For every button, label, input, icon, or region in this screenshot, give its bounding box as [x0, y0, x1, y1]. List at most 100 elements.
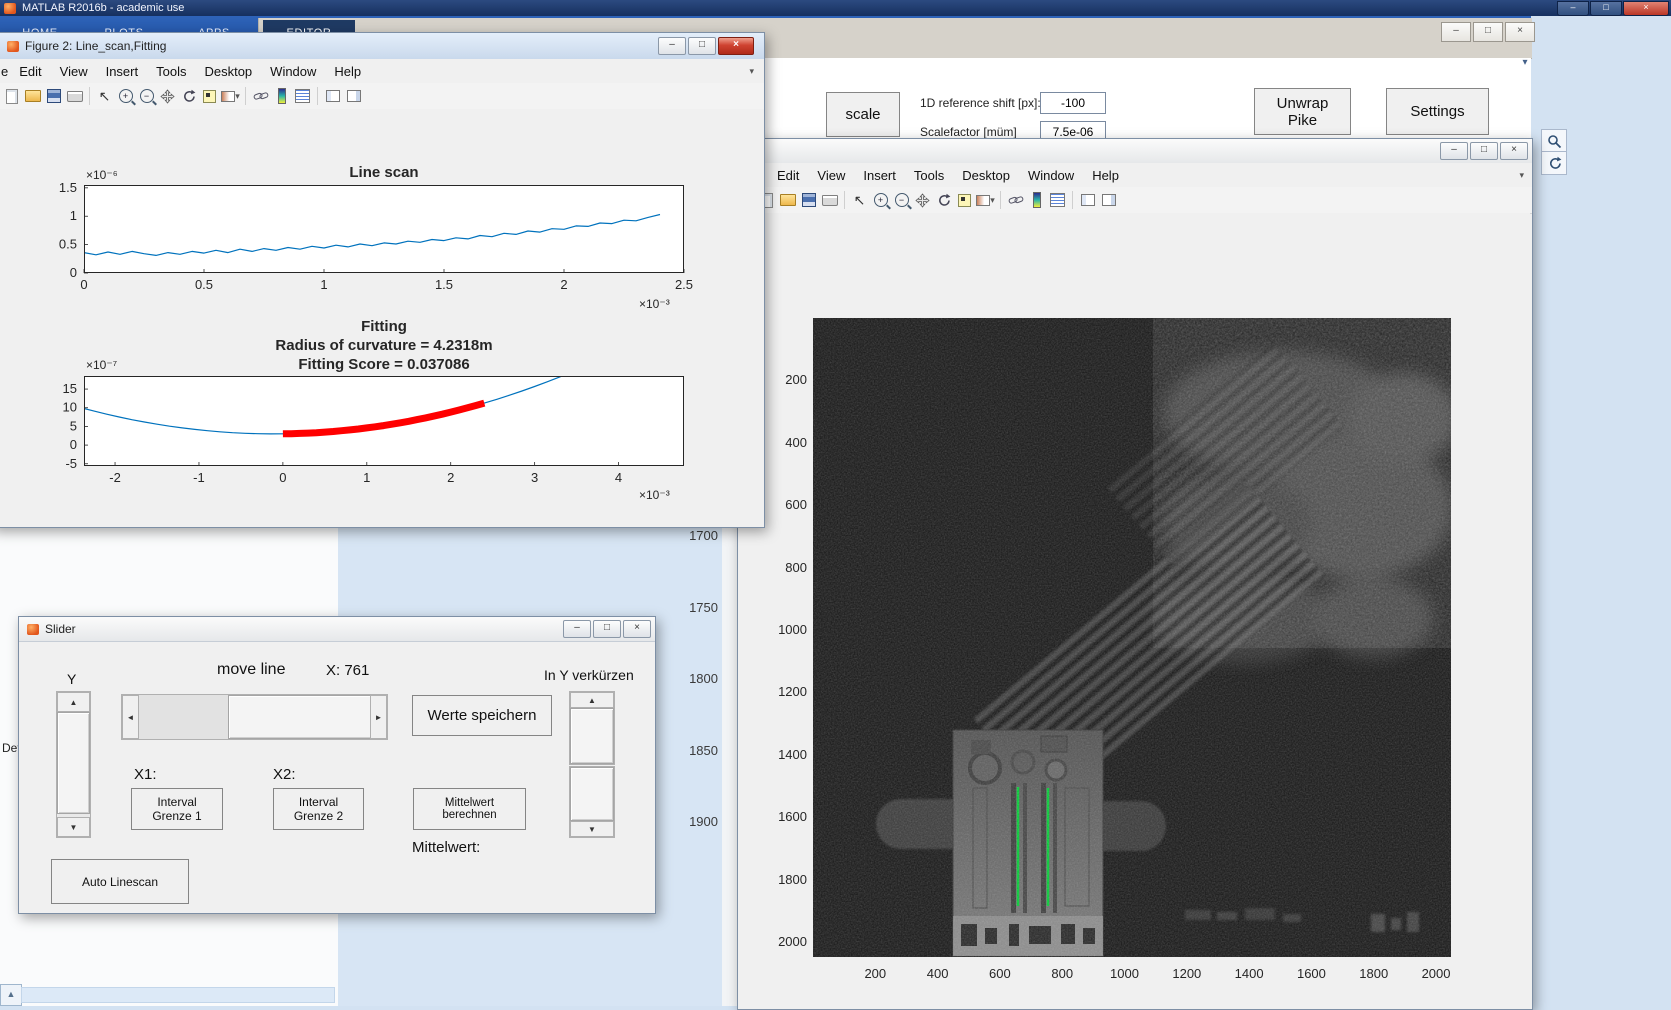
slider-thumb[interactable]	[570, 708, 614, 764]
settings-button[interactable]: Settings	[1386, 88, 1489, 135]
y-shorten-slider-bottom[interactable]: ▼	[569, 766, 615, 838]
strip-minimize-button[interactable]: –	[1441, 22, 1471, 42]
menu-edit[interactable]: Edit	[768, 166, 808, 185]
interval-grenze-1-button[interactable]: Interval Grenze 1	[131, 788, 223, 830]
slider-thumb[interactable]	[570, 767, 614, 821]
zoom-out-icon[interactable]: −	[137, 88, 156, 105]
slider-left-icon[interactable]: ◄	[122, 695, 139, 739]
menu-desktop[interactable]: Desktop	[953, 166, 1019, 185]
zoom-in-icon[interactable]: +	[871, 192, 890, 209]
fitting-plot[interactable]: -2 -1 0 1 2 3 4 -5 0 5 10 15	[63, 376, 684, 485]
insert-legend-icon[interactable]	[1048, 192, 1067, 209]
data-cursor-icon[interactable]	[955, 192, 974, 209]
figure2-minimize-button[interactable]: –	[658, 37, 686, 55]
menu-tools[interactable]: Tools	[905, 166, 953, 185]
werte-speichern-button[interactable]: Werte speichern	[412, 695, 552, 736]
strip-restore-button[interactable]: □	[1473, 22, 1503, 42]
slider-up-icon[interactable]: ▲	[570, 692, 614, 708]
unwrap-pike-button[interactable]: Unwrap Pike	[1254, 88, 1351, 135]
brush-icon[interactable]: ▾	[221, 88, 240, 105]
interferogram-image[interactable]	[813, 318, 1451, 957]
figure2-restore-button[interactable]: □	[688, 37, 716, 55]
refresh-icon[interactable]	[1541, 151, 1567, 175]
collapse-ribbon-icon[interactable]: ▾	[1514, 56, 1536, 72]
plottools-on-icon[interactable]	[344, 88, 363, 105]
fitting-y-exponent: ×10⁻⁷	[86, 358, 118, 372]
pan-icon[interactable]	[158, 88, 177, 105]
menu-help[interactable]: Help	[325, 62, 370, 81]
link-plot-icon[interactable]	[1006, 192, 1025, 209]
main-minimize-button[interactable]: –	[1557, 0, 1589, 16]
slider-title-bar[interactable]: Slider – □ ×	[19, 617, 655, 642]
move-line-slider[interactable]: ◄ ►	[121, 694, 388, 740]
ref-shift-input[interactable]	[1040, 92, 1106, 114]
insert-legend-icon[interactable]	[293, 88, 312, 105]
slider-right-icon[interactable]: ►	[370, 695, 387, 739]
menu-view[interactable]: View	[808, 166, 854, 185]
save-figure-icon[interactable]	[44, 88, 63, 105]
insert-colorbar-icon[interactable]	[272, 88, 291, 105]
menu-insert[interactable]: Insert	[854, 166, 905, 185]
menu-desktop[interactable]: Desktop	[195, 62, 261, 81]
figure2-title-bar[interactable]: Figure 2: Line_scan,Fitting – □ ×	[0, 33, 764, 60]
slider-thumb[interactable]	[57, 712, 90, 814]
figure-image-minimize-button[interactable]: –	[1440, 142, 1468, 160]
slider-down-icon[interactable]: ▼	[57, 817, 90, 837]
mittelwert-berechnen-button[interactable]: Mittelwert berechnen	[413, 788, 526, 830]
y-shorten-slider-top[interactable]: ▲	[569, 691, 615, 765]
plottools-on-icon[interactable]	[1099, 192, 1118, 209]
slider-down-icon[interactable]: ▼	[570, 821, 614, 837]
zoom-in-icon[interactable]: +	[116, 88, 135, 105]
scrollbar-trough[interactable]	[21, 987, 335, 1003]
slider-minimize-button[interactable]: –	[563, 620, 591, 638]
menu-view[interactable]: View	[51, 62, 97, 81]
insert-colorbar-icon[interactable]	[1027, 192, 1046, 209]
print-figure-icon[interactable]	[820, 192, 839, 209]
interval-grenze-2-button[interactable]: Interval Grenze 2	[273, 788, 364, 830]
slider-restore-button[interactable]: □	[593, 620, 621, 638]
new-figure-icon[interactable]	[2, 88, 21, 105]
rotate-3d-icon[interactable]	[179, 88, 198, 105]
slider-thumb[interactable]	[228, 695, 374, 739]
plottools-off-icon[interactable]	[1078, 192, 1097, 209]
save-figure-icon[interactable]	[799, 192, 818, 209]
figure2-close-button[interactable]: ×	[718, 37, 754, 55]
y-slider[interactable]: ▲ ▼	[56, 691, 91, 838]
open-file-icon[interactable]	[23, 88, 42, 105]
figure-image-close-button[interactable]: ×	[1500, 142, 1528, 160]
linescan-plot[interactable]: 0 0.5 1 1.5 2 2.5 0 0.5 1 1.5	[59, 180, 693, 292]
search-icon[interactable]	[1541, 129, 1567, 153]
link-plot-icon[interactable]	[251, 88, 270, 105]
rotate-3d-icon[interactable]	[934, 192, 953, 209]
slider-close-button[interactable]: ×	[623, 620, 651, 638]
zoom-out-icon[interactable]: −	[892, 192, 911, 209]
menu-window[interactable]: Window	[261, 62, 325, 81]
scale-button[interactable]: scale	[826, 92, 900, 137]
menu-file-partial[interactable]: e	[0, 62, 10, 81]
menu-window[interactable]: Window	[1019, 166, 1083, 185]
main-title-bar[interactable]: MATLAB R2016b - academic use – □ ×	[0, 0, 1671, 16]
brush-icon[interactable]: ▾	[976, 192, 995, 209]
print-figure-icon[interactable]	[65, 88, 84, 105]
menu-edit[interactable]: Edit	[10, 62, 50, 81]
strip-close-button[interactable]: ×	[1505, 22, 1535, 42]
desktop-panel-gap	[722, 526, 737, 1006]
menu-tools[interactable]: Tools	[147, 62, 195, 81]
menubar-overflow-icon[interactable]: ▾	[1519, 170, 1524, 181]
auto-linescan-button[interactable]: Auto Linescan	[51, 859, 189, 904]
main-maximize-button[interactable]: □	[1590, 0, 1622, 16]
edit-plot-cursor-icon[interactable]: ↖	[850, 192, 869, 209]
figure-image-restore-button[interactable]: □	[1470, 142, 1498, 160]
open-file-icon[interactable]	[778, 192, 797, 209]
figure-image-title-bar[interactable]: d – □ ×	[738, 139, 1532, 164]
data-cursor-icon[interactable]	[200, 88, 219, 105]
menu-insert[interactable]: Insert	[97, 62, 148, 81]
menubar-overflow-icon[interactable]: ▾	[749, 66, 754, 77]
edit-plot-cursor-icon[interactable]: ↖	[95, 88, 114, 105]
scrollbar-arrow-button[interactable]: ▲	[0, 984, 22, 1006]
menu-help[interactable]: Help	[1083, 166, 1128, 185]
slider-up-icon[interactable]: ▲	[57, 692, 90, 712]
plottools-off-icon[interactable]	[323, 88, 342, 105]
main-close-button[interactable]: ×	[1623, 0, 1669, 16]
pan-icon[interactable]	[913, 192, 932, 209]
